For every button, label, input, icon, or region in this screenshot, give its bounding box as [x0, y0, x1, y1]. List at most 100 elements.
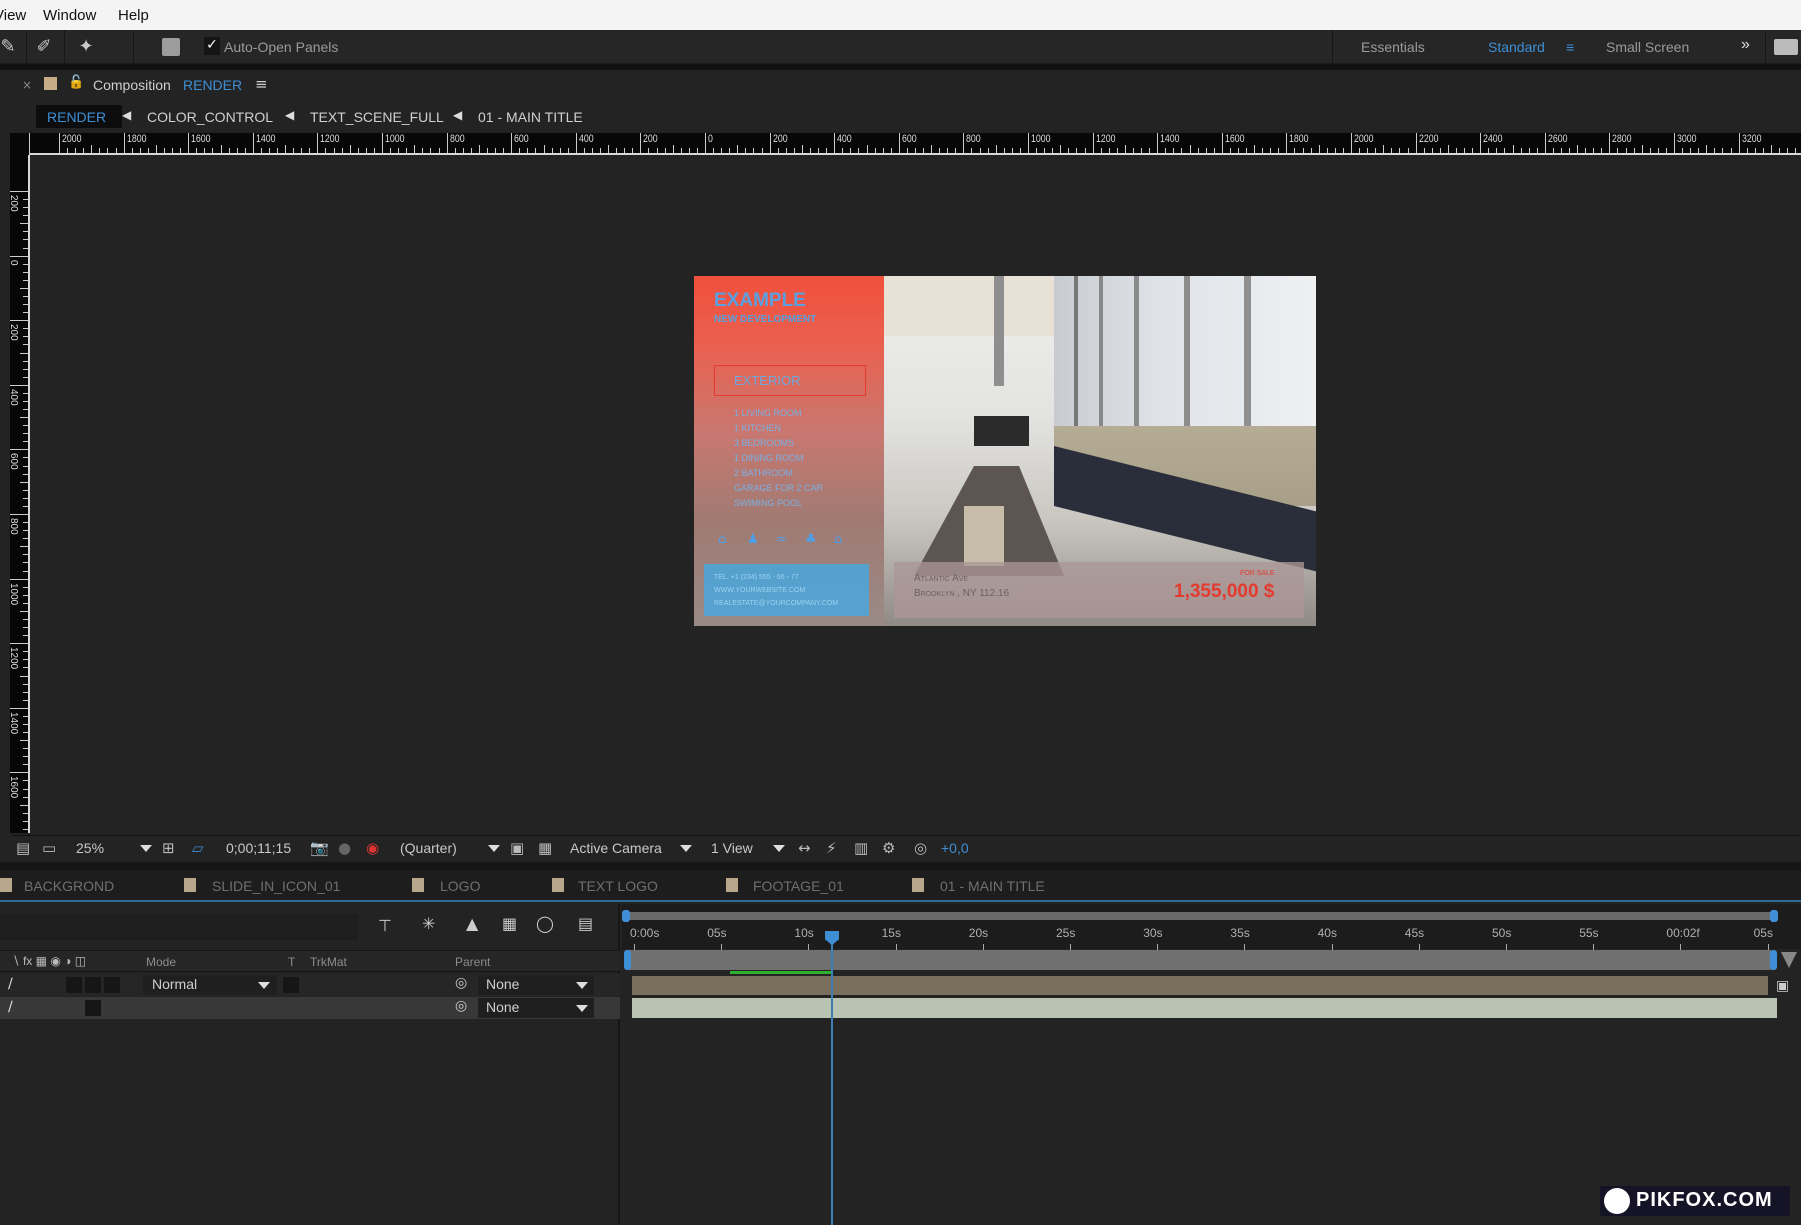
layer-row[interactable]: ∕ ◎ None	[0, 997, 620, 1019]
tab-main-title[interactable]: 01 - MAIN TITLE	[940, 878, 1045, 894]
column-t[interactable]: T	[288, 955, 295, 969]
comp-marker-bin-icon[interactable]	[1781, 952, 1797, 968]
always-preview-icon[interactable]: ▤	[16, 839, 30, 857]
snapshot-camera-icon[interactable]: 📷	[310, 839, 329, 857]
mode-value[interactable]: Normal	[152, 976, 197, 992]
playhead[interactable]	[831, 933, 833, 1225]
work-area-end-handle[interactable]	[1770, 950, 1777, 970]
zoom-level[interactable]: 25%	[76, 840, 104, 856]
workspace-small-screen[interactable]: Small Screen	[1606, 39, 1689, 55]
workspace-menu-icon[interactable]: ≡	[1566, 39, 1574, 55]
show-snapshot-icon[interactable]: ●	[338, 839, 351, 857]
color-channel-icon[interactable]: ◉	[366, 839, 379, 857]
pickwhip-icon[interactable]: ◎	[455, 975, 467, 991]
eraser-tool-icon[interactable]: ✎	[0, 35, 20, 59]
workspace-settings-icon[interactable]	[1774, 39, 1798, 55]
transparency-grid-icon[interactable]: ▦	[538, 839, 552, 857]
tab-slide-in-icon-01[interactable]: SLIDE_IN_ICON_01	[212, 878, 340, 894]
puppet-pin-tool-icon[interactable]: ✦	[74, 35, 98, 59]
vertical-ruler[interactable]: 200 0 200 400 600 800 1000 1200 1400 1600	[10, 133, 30, 833]
region-of-interest-icon[interactable]: ▣	[510, 839, 524, 857]
breadcrumb-color-control[interactable]: COLOR_CONTROL	[147, 109, 273, 125]
column-mode[interactable]: Mode	[146, 955, 176, 969]
camera-dropdown[interactable]: Active Camera	[570, 840, 662, 856]
close-panel-icon[interactable]: ×	[22, 78, 32, 92]
breadcrumb-render[interactable]: RENDER	[47, 109, 106, 125]
column-trkmat[interactable]: TrkMat	[310, 955, 347, 969]
tab-text-logo[interactable]: TEXT LOGO	[578, 878, 658, 894]
time-ruler[interactable]: 0:00s 05s 10s 15s 20s 25s 30s 35s 40s 45s 50s 55s 00…	[622, 904, 1801, 950]
view-layout-dropdown[interactable]: 1 View	[711, 840, 753, 856]
frame-blending-icon[interactable]: ▦	[502, 914, 517, 933]
mask-path-icon[interactable]: ▱	[192, 839, 204, 857]
resolution-dropdown-icon[interactable]	[488, 845, 500, 852]
panel-toggle-icon[interactable]	[162, 38, 180, 56]
parent-value[interactable]: None	[486, 999, 519, 1015]
trkmat-box[interactable]	[283, 977, 299, 993]
layer-row[interactable]: ∕ Normal ◎ None	[0, 974, 620, 996]
camera-dropdown-icon[interactable]	[680, 845, 692, 852]
menu-view[interactable]: View	[0, 7, 26, 24]
contact-email: REALESTATE@YOURCOMPANY.COM	[714, 600, 839, 607]
ruler-minor-tick	[470, 148, 472, 153]
monitor-icon[interactable]: ▭	[42, 839, 56, 857]
timeline-icon[interactable]: ▥	[854, 839, 868, 857]
current-timecode[interactable]: 0;00;11;15	[226, 840, 291, 856]
fast-previews-icon[interactable]: ⚡	[826, 839, 837, 857]
menu-window[interactable]: Window	[43, 7, 96, 24]
tab-swatch	[184, 878, 196, 892]
lock-icon[interactable]: 🔓	[68, 75, 84, 90]
layer-duration-bar[interactable]	[632, 976, 1768, 995]
mode-dropdown-icon[interactable]	[258, 982, 270, 989]
resolution-dropdown[interactable]: (Quarter)	[400, 840, 457, 856]
tab-footage-01[interactable]: FOOTAGE_01	[753, 878, 844, 894]
quality-switch-icon[interactable]: ∕	[8, 999, 13, 1015]
layer-duration-bar[interactable]	[632, 998, 1777, 1018]
panel-menu-icon[interactable]: ≡	[255, 75, 268, 93]
auto-open-checkbox[interactable]: ✓	[204, 37, 220, 55]
pickwhip-icon[interactable]: ◎	[455, 998, 467, 1014]
tab-logo[interactable]: LOGO	[440, 878, 480, 894]
motion-blur-icon[interactable]: ◯	[536, 914, 554, 933]
exposure-value[interactable]: +0,0	[941, 840, 969, 856]
roto-brush-tool-icon[interactable]: ✐	[32, 35, 56, 59]
reset-exposure-icon[interactable]: ◎	[914, 839, 927, 857]
work-area-start-handle[interactable]	[624, 950, 631, 970]
flowchart-icon[interactable]: ⚙	[882, 839, 895, 857]
view-layout-dropdown-icon[interactable]	[773, 845, 785, 852]
column-parent[interactable]: Parent	[455, 955, 490, 969]
menu-help[interactable]: Help	[118, 7, 149, 24]
parent-dropdown-icon[interactable]	[576, 982, 588, 989]
switch-box[interactable]	[104, 977, 120, 993]
switch-box[interactable]	[85, 977, 101, 993]
quality-switch-icon[interactable]: ∕	[8, 976, 13, 992]
parent-value[interactable]: None	[486, 976, 519, 992]
composition-frame[interactable]: EXAMPLE NEW DEVELOPMENT EXTERIOR 1 LIVIN…	[694, 276, 1316, 626]
layer-search-input[interactable]	[0, 914, 358, 940]
workspace-overflow-icon[interactable]: »	[1741, 36, 1750, 54]
horizontal-ruler[interactable]: 2000 1800 1600 1400 1200 1000 800 600 400 200 0 200…	[28, 133, 1801, 155]
composition-flowchart-icon[interactable]: ⊤	[378, 916, 392, 935]
ruler-major-tick	[446, 133, 448, 153]
switch-box[interactable]	[66, 977, 82, 993]
draft-3d-icon[interactable]: ✳	[422, 914, 435, 933]
breadcrumb-main-title[interactable]: 01 - MAIN TITLE	[478, 109, 583, 125]
safe-zones-icon[interactable]: ⊞	[162, 839, 175, 857]
zoom-dropdown-icon[interactable]	[140, 845, 152, 852]
shy-layers-icon[interactable]: ▲	[466, 914, 478, 933]
time-navigator-bar[interactable]	[626, 912, 1776, 920]
ruler-origin[interactable]	[10, 133, 30, 155]
switch-box[interactable]	[85, 1000, 101, 1016]
parent-dropdown-icon[interactable]	[576, 1005, 588, 1012]
toggle-pixel-aspect-icon[interactable]: ↔	[798, 839, 811, 857]
breadcrumb-text-scene-full[interactable]: TEXT_SCENE_FULL	[310, 109, 444, 125]
tab-backgrond[interactable]: BACKGROND	[24, 878, 114, 894]
navigator-start-handle[interactable]	[622, 910, 630, 922]
label-color-swatch[interactable]	[44, 77, 57, 90]
navigator-end-handle[interactable]	[1770, 910, 1778, 922]
work-area-bar[interactable]	[626, 950, 1771, 970]
workspace-standard[interactable]: Standard	[1488, 39, 1545, 55]
workspace-essentials[interactable]: Essentials	[1361, 39, 1425, 55]
comp-button-icon[interactable]: ▣	[1776, 978, 1789, 994]
graph-editor-icon[interactable]: ▤	[578, 914, 593, 933]
